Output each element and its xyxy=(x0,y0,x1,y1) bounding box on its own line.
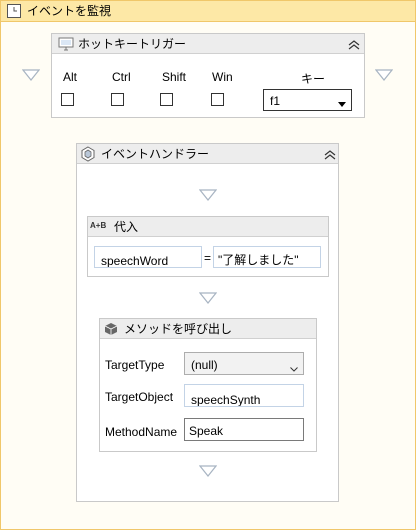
assign-title: 代入 xyxy=(114,220,139,234)
key-select[interactable]: f1 xyxy=(263,89,352,111)
win-label: Win xyxy=(212,70,233,84)
collapse-chevron-icon[interactable] xyxy=(348,39,360,50)
drop-target-icon[interactable] xyxy=(198,465,218,477)
drop-target-icon[interactable] xyxy=(198,292,218,304)
invoke-method-title: メソッドを呼び出し xyxy=(124,322,233,336)
assign-value-field[interactable]: "了解しました" xyxy=(213,246,321,268)
key-select-value: f1 xyxy=(270,94,281,108)
invoke-method-header[interactable]: メソッドを呼び出し xyxy=(100,319,316,339)
ctrl-checkbox[interactable] xyxy=(111,93,124,106)
assign-header[interactable]: A+B 代入 xyxy=(88,217,328,237)
cube-icon xyxy=(103,321,119,337)
hotkey-trigger-title: ホットキートリガー xyxy=(78,37,187,51)
event-handler-header[interactable]: イベントハンドラー xyxy=(77,144,338,164)
drop-target-icon[interactable] xyxy=(198,189,218,201)
assign-badge: A+B xyxy=(90,221,107,230)
monitor-events-header[interactable]: イベントを監視 xyxy=(1,1,415,22)
target-type-label: TargetType xyxy=(105,358,165,372)
target-object-label: TargetObject xyxy=(105,390,174,404)
drop-target-right-icon[interactable] xyxy=(374,69,394,81)
win-checkbox[interactable] xyxy=(211,93,224,106)
target-object-field[interactable]: speechSynth xyxy=(184,384,304,407)
alt-label: Alt xyxy=(63,70,78,84)
monitor-events-title: イベントを監視 xyxy=(27,4,112,18)
ctrl-label: Ctrl xyxy=(112,70,131,84)
shift-checkbox[interactable] xyxy=(160,93,173,106)
target-type-value: (null) xyxy=(191,358,218,372)
method-name-field[interactable]: Speak xyxy=(184,418,304,441)
assign-equals: = xyxy=(204,251,212,265)
monitor-icon xyxy=(58,37,74,51)
event-handler-title: イベントハンドラー xyxy=(101,147,210,161)
shift-label: Shift xyxy=(162,70,187,84)
assign-to-field[interactable]: speechWord xyxy=(94,246,202,268)
event-handler-icon xyxy=(80,146,96,162)
drop-target-left-icon[interactable] xyxy=(21,69,41,81)
assign-value-text: "了解しました" xyxy=(218,253,299,267)
target-object-value: speechSynth xyxy=(191,393,261,407)
dropdown-arrow-icon xyxy=(338,97,346,107)
target-type-select[interactable]: (null) xyxy=(184,352,304,375)
method-name-value: Speak xyxy=(189,424,224,438)
monitor-events-icon xyxy=(7,4,21,18)
method-name-label: MethodName xyxy=(105,425,178,439)
collapse-chevron-icon[interactable] xyxy=(324,149,336,160)
alt-checkbox[interactable] xyxy=(61,93,74,106)
chevron-down-icon xyxy=(290,361,298,372)
assign-to-value: speechWord xyxy=(101,254,169,268)
key-label: キー xyxy=(301,72,326,86)
hotkey-trigger-header[interactable]: ホットキートリガー xyxy=(52,34,364,54)
